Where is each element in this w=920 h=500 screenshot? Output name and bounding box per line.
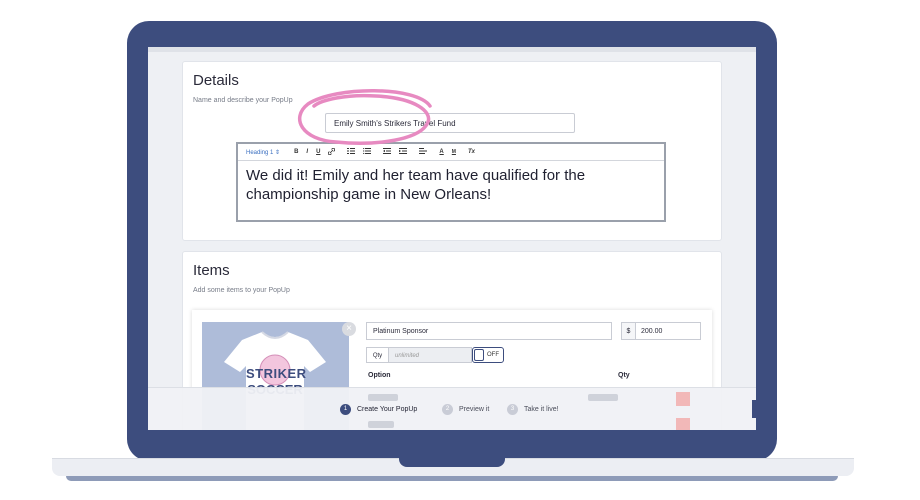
option-column-header: Option [368,372,391,379]
toggle-label: OFF [487,352,499,358]
step-create[interactable]: 1 Create Your PopUp [340,404,417,415]
item-name-input[interactable]: Platinum Sponsor [366,322,612,340]
chevron-updown-icon: ⇕ [275,149,281,156]
step-3-label: Take it live! [524,406,559,413]
heading-select-label: Heading 1 [246,149,274,156]
step-1-number: 1 [340,404,351,415]
currency-label: $ [621,322,635,340]
step-3-number: 3 [507,404,518,415]
qty-input[interactable]: unlimited [388,347,472,363]
laptop-base-shadow [66,476,838,481]
item-price-input[interactable]: 200.00 [635,322,701,340]
faded-option-row-2 [368,421,394,428]
laptop-notch [399,458,505,467]
items-title: Items [193,262,230,279]
highlight-circle [297,89,432,145]
shirt-text-striker: STRIKER [246,366,307,381]
details-subtitle: Name and describe your PopUp [193,97,293,104]
screen-top-bar [148,47,756,52]
items-subtitle: Add some items to your PopUp [193,287,290,294]
heading-select[interactable]: Heading 1 ⇕ [246,149,280,156]
qty-column-header: Qty [618,372,630,379]
details-title: Details [193,72,239,89]
step-2-number: 2 [442,404,453,415]
next-button-edge[interactable] [752,400,756,418]
faded-delete-button [676,392,690,406]
faded-qty-row [588,394,618,401]
toggle-knob [474,349,484,361]
step-bar: 1 Create Your PopUp 2 Preview it 3 Take … [148,387,756,430]
step-1-label: Create Your PopUp [357,406,418,413]
qty-toggle[interactable]: OFF [472,347,504,363]
step-2-label: Preview it [459,406,490,413]
faded-delete-button-2 [676,418,690,430]
step-live[interactable]: 3 Take it live! [507,404,559,415]
faded-option-row [368,394,398,401]
remove-image-icon[interactable]: × [342,322,356,336]
qty-label: Qty [366,347,388,363]
step-preview[interactable]: 2 Preview it [442,404,489,415]
